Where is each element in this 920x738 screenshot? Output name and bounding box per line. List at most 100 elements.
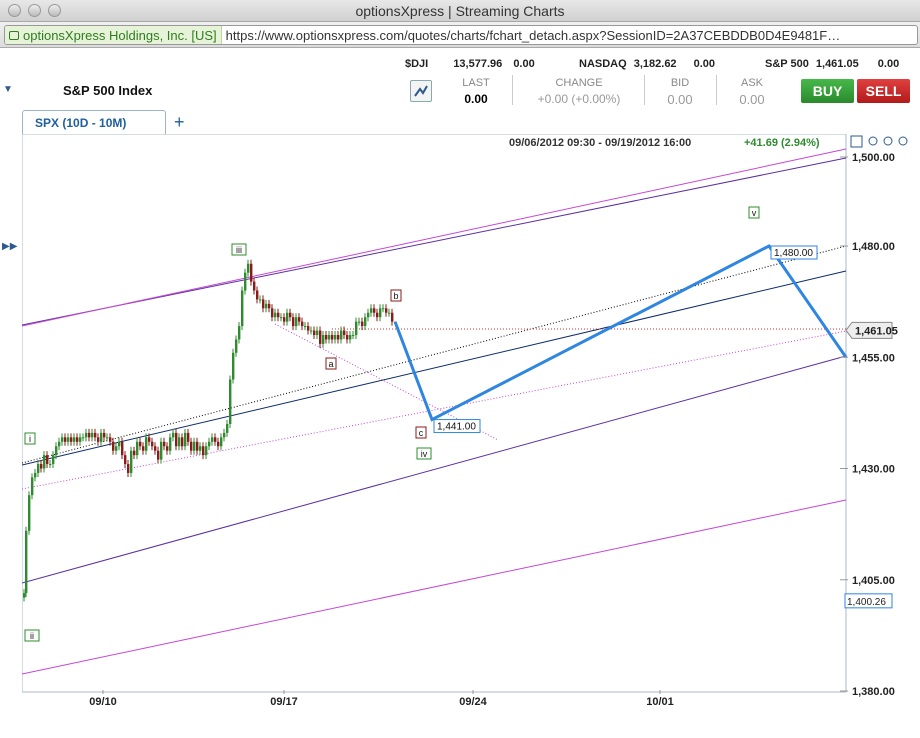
candle-body [103, 432, 106, 438]
candle-body [139, 441, 142, 447]
zoom-in-icon[interactable] [868, 136, 878, 146]
candle-body [163, 441, 166, 447]
candle-body [136, 441, 139, 456]
buy-button[interactable]: BUY [801, 79, 854, 103]
candle-body [247, 263, 250, 273]
x-tick-label: 09/17 [270, 696, 298, 708]
candle-body [172, 432, 175, 438]
url-text[interactable]: https://www.optionsxpress.com/quotes/cha… [222, 28, 841, 43]
candle-body [202, 446, 205, 456]
ticker-nasdaq: NASDAQ 3,182.62 0.00 [579, 58, 715, 70]
candle-body [214, 437, 217, 442]
url-bar: optionsXpress Holdings, Inc. [US] https:… [0, 22, 920, 48]
candle-body [355, 321, 358, 335]
candle-body [109, 437, 112, 442]
candle-body [238, 326, 241, 340]
candle-body [265, 303, 268, 309]
candle-body [244, 272, 247, 291]
candle-body [115, 446, 118, 451]
ask-label: ASK [740, 77, 763, 89]
projection-label: 1,441.00 [437, 422, 476, 433]
candle-body [262, 299, 265, 309]
candle-body [178, 437, 181, 447]
add-tab-button[interactable]: + [174, 112, 185, 133]
ticker-symbol: $DJI [405, 58, 429, 70]
chart-tab-row: SPX (10D - 10M) + [0, 110, 920, 134]
candle-body [367, 312, 370, 318]
wave-label: b [393, 291, 398, 301]
square-icon[interactable] [850, 135, 863, 148]
site-identity[interactable]: optionsXpress Holdings, Inc. [US] [5, 26, 222, 44]
tab-spx[interactable]: SPX (10D - 10M) [22, 110, 166, 134]
sell-button[interactable]: SELL [857, 79, 910, 103]
lock-icon [9, 30, 19, 40]
candle-body [232, 352, 235, 380]
candle-body [217, 441, 220, 447]
zoom-toolbar[interactable] [850, 135, 908, 148]
chart-settings-icon[interactable] [410, 80, 432, 102]
candle-body [190, 441, 193, 451]
candle-body [40, 464, 43, 469]
candle-body [253, 281, 256, 291]
candle-body [142, 446, 145, 451]
candle-body [370, 308, 373, 313]
projection-label: 1,480.00 [774, 248, 813, 259]
x-tick-label: 09/24 [459, 696, 487, 708]
bid-label: BID [670, 77, 690, 89]
candle-body [52, 455, 55, 465]
candle-body [328, 335, 331, 340]
x-tick-label: 10/01 [646, 696, 674, 708]
candle-body [280, 317, 283, 319]
candle-body [310, 330, 313, 332]
candle-body [121, 441, 124, 456]
candle-body [226, 424, 229, 433]
divider [716, 75, 717, 105]
ticker-symbol: S&P 500 [765, 58, 809, 70]
last-label: LAST [462, 77, 490, 89]
candle-body [118, 441, 121, 447]
ticker-price: 3,182.62 [633, 58, 677, 70]
candle-body [184, 432, 187, 447]
candle-body [82, 437, 85, 439]
candle-body [58, 441, 61, 447]
wave-label: iv [421, 449, 428, 459]
candle-body [364, 317, 367, 327]
candle-body [256, 290, 259, 300]
site-name: optionsXpress Holdings, Inc. [US] [23, 27, 217, 43]
candle-body [241, 290, 244, 327]
candle-body [187, 432, 190, 442]
zoom-out-icon[interactable] [883, 136, 893, 146]
candle-body [97, 437, 100, 442]
candle-body [388, 312, 391, 314]
divider [644, 75, 645, 105]
current-price-label: 1,461.05 [855, 325, 898, 337]
candle-body [301, 321, 304, 327]
candle-body [316, 330, 319, 335]
candle-body [112, 441, 115, 451]
ticker-change: 0.00 [877, 58, 900, 70]
candle-body [130, 450, 133, 473]
price-chart[interactable]: 1,441.001,480.00 iiiiiiabcivv 1,500.001,… [21, 133, 920, 733]
candle-body [208, 441, 211, 447]
window-titlebar: optionsXpress | Streaming Charts [0, 0, 920, 22]
y-tick-label: 1,405.00 [852, 575, 895, 587]
zoom-reset-icon[interactable] [898, 136, 908, 146]
candle-body [64, 437, 67, 442]
candle-body [319, 330, 322, 344]
collapse-arrow-icon[interactable]: ▼ [3, 84, 13, 95]
ticker-price: 1,461.05 [815, 58, 859, 70]
candle-body [196, 441, 199, 451]
candle-body [25, 530, 28, 594]
chart-panel[interactable]: 1,441.00 1,480.00 i ii iii a b c iv v 1,500.00 1,… [21, 133, 920, 733]
candle-body [160, 441, 163, 460]
ask-value: 0.00 [739, 92, 765, 107]
wave-label: i [29, 434, 31, 444]
candle-body [304, 326, 307, 328]
expand-side-icon[interactable]: ▶▶ [2, 241, 17, 252]
candle-body [169, 437, 172, 451]
ticker-change: 0.00 [693, 58, 716, 70]
candle-body [289, 312, 292, 318]
candle-body [229, 379, 232, 424]
candle-body [286, 312, 289, 322]
address-field[interactable]: optionsXpress Holdings, Inc. [US] https:… [4, 25, 918, 45]
